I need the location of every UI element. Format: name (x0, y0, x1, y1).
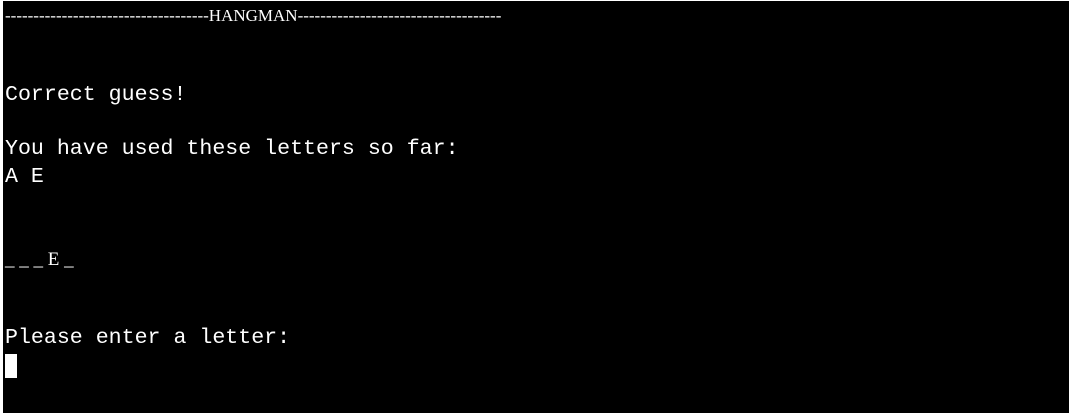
word-progress: _ _ _ E _ (5, 249, 74, 270)
letter-input-prompt: Please enter a letter: (5, 326, 291, 350)
guess-status-message: Correct guess! (5, 83, 187, 107)
text-cursor[interactable] (5, 354, 17, 378)
terminal-window[interactable]: ------------------------------------HANG… (3, 1, 1069, 413)
used-letters-label: You have used these letters so far: (5, 137, 459, 161)
used-letters-list: A E (5, 165, 44, 189)
hangman-title-banner: ------------------------------------HANG… (5, 6, 502, 25)
